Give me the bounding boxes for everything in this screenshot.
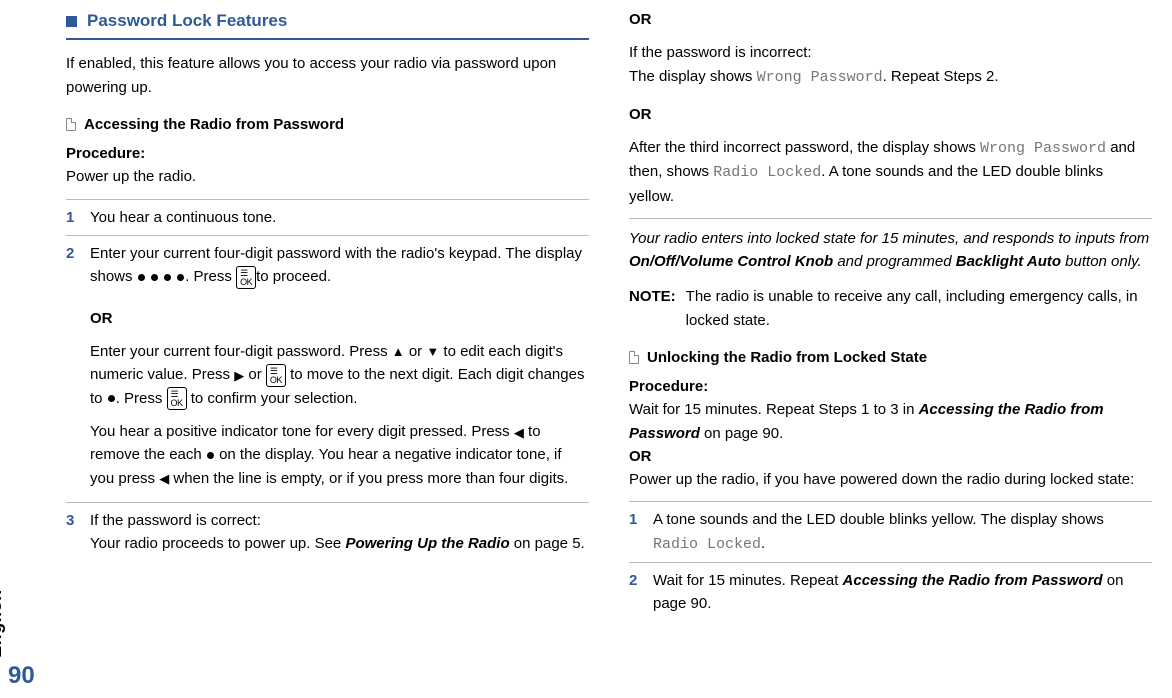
dot-icon (164, 274, 171, 281)
step-number: 1 (66, 206, 80, 229)
incorrect-block: If the password is incorrect: The displa… (629, 41, 1152, 89)
step-number: 1 (629, 508, 643, 556)
list-item: 1 A tone sounds and the LED double blink… (629, 501, 1152, 562)
steps-list-cont: 3 If the password is correct: Your radio… (66, 502, 589, 562)
dot-icon (108, 395, 115, 402)
step-body: A tone sounds and the LED double blinks … (653, 508, 1152, 556)
subsection-title: Unlocking the Radio from Locked State (647, 346, 927, 369)
subsection-heading: Unlocking the Radio from Locked State (629, 346, 1152, 369)
section-heading: Password Lock Features (66, 8, 589, 40)
step-body: Wait for 15 minutes. Repeat Accessing th… (653, 569, 1152, 616)
left-column: Password Lock Features If enabled, this … (66, 8, 589, 621)
dot-icon (207, 452, 214, 459)
right-arrow-icon: ▶ (234, 369, 244, 382)
page-content: Password Lock Features If enabled, this … (0, 0, 1172, 621)
page-icon (629, 351, 639, 364)
or-label: OR (90, 307, 589, 330)
ok-key-icon: ☰OK (167, 387, 187, 410)
list-item: 2 Enter your current four-digit password… (66, 235, 589, 295)
section-title: Password Lock Features (87, 8, 287, 34)
subsection-heading: Accessing the Radio from Password (66, 113, 589, 136)
note-text: The radio is unable to receive any call,… (686, 285, 1152, 332)
step-number: 3 (66, 509, 80, 556)
list-item: 3 If the password is correct: Your radio… (66, 502, 589, 562)
or-block: OR Enter your current four-digit passwor… (90, 307, 589, 490)
steps-list-2: 1 A tone sounds and the LED double blink… (629, 501, 1152, 621)
procedure-label: Procedure: (66, 145, 145, 162)
procedure-block: Procedure: Power up the radio. (66, 142, 589, 189)
locked-state-text: Your radio enters into locked state for … (629, 227, 1152, 274)
page-sidebar: English 90 (8, 657, 35, 694)
subsection-title: Accessing the Radio from Password (84, 113, 344, 136)
ok-key-icon: ☰OK (236, 266, 256, 289)
left-arrow-icon: ◀ (514, 426, 524, 439)
ok-key-icon: ☰OK (266, 364, 286, 387)
page-icon (66, 118, 76, 131)
square-bullet-icon (66, 16, 77, 27)
down-arrow-icon: ▼ (426, 345, 439, 358)
dot-icon (151, 274, 158, 281)
alt-step-text: Enter your current four-digit password. … (90, 340, 589, 410)
intro-text: If enabled, this feature allows you to a… (66, 52, 589, 99)
page-number: 90 (8, 657, 35, 694)
steps-list: 1 You hear a continuous tone. 2 Enter yo… (66, 199, 589, 295)
step-continuation: OR Enter your current four-digit passwor… (90, 307, 589, 490)
step-body: You hear a continuous tone. (90, 206, 589, 229)
step-number: 2 (629, 569, 643, 616)
list-item: 1 You hear a continuous tone. (66, 199, 589, 235)
procedure-text: Power up the radio. (66, 168, 196, 185)
dot-icon (138, 274, 145, 281)
left-arrow-icon: ◀ (159, 472, 169, 485)
step-number: 2 (66, 242, 80, 289)
right-continuation: OR If the password is incorrect: The dis… (629, 8, 1152, 208)
language-tab: English (0, 589, 10, 658)
procedure-block: Procedure: Wait for 15 minutes. Repeat S… (629, 375, 1152, 491)
dot-icon (177, 274, 184, 281)
step-body: If the password is correct: Your radio p… (90, 509, 589, 556)
or-label: OR (629, 448, 652, 465)
tone-text: You hear a positive indicator tone for e… (90, 420, 589, 490)
step-body: Enter your current four-digit password w… (90, 242, 589, 289)
list-item: 2 Wait for 15 minutes. Repeat Accessing … (629, 562, 1152, 622)
third-attempt-block: After the third incorrect password, the … (629, 136, 1152, 208)
or-label: OR (629, 103, 1152, 126)
divider (629, 218, 1152, 219)
or-label: OR (629, 8, 1152, 31)
note-label: NOTE: (629, 285, 676, 332)
right-column: OR If the password is incorrect: The dis… (629, 8, 1152, 621)
note-block: NOTE: The radio is unable to receive any… (629, 285, 1152, 332)
procedure-label: Procedure: (629, 378, 708, 395)
up-arrow-icon: ▲ (392, 345, 405, 358)
